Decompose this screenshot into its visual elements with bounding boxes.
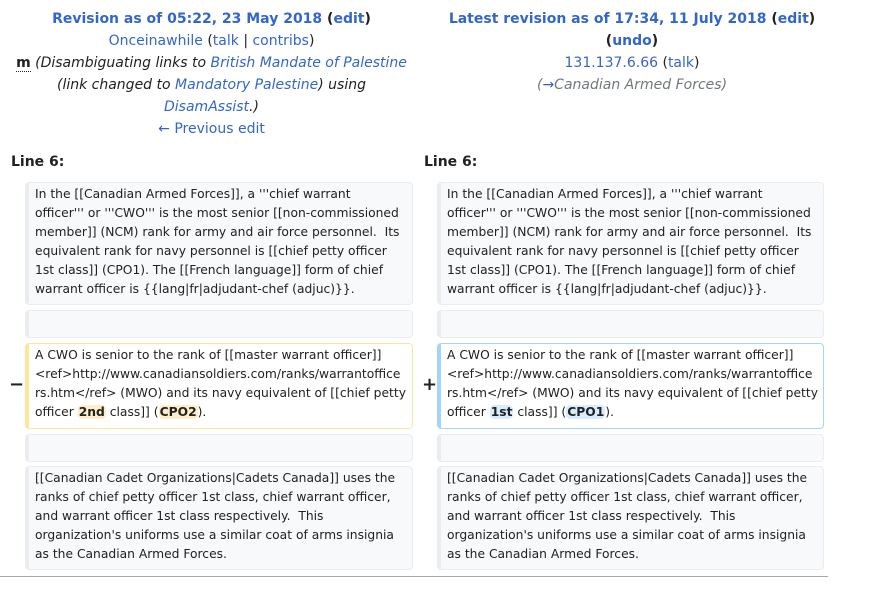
summary-link-mandatory-palestine[interactable]: Mandatory Palestine — [175, 77, 318, 93]
new-edit-link[interactable]: edit — [778, 11, 809, 27]
new-user-link[interactable]: 131.137.6.66 — [565, 55, 659, 71]
deleted-word-2nd: 2nd — [77, 405, 106, 419]
old-talk-link[interactable]: talk — [213, 33, 239, 49]
new-user-line: 131.137.6.66 (talk) — [564, 55, 700, 71]
context-cell-right: In the [[Canadian Armed Forces]], a '''c… — [437, 182, 824, 305]
line-number-left: Line 6: — [11, 154, 65, 170]
undo-line: (undo) — [605, 33, 659, 49]
old-user-line: Onceinawhile (talk | contribs) — [108, 33, 315, 49]
new-edit-summary: (→Canadian Armed Forces) — [536, 77, 728, 93]
deleted-line-marker: − — [9, 374, 25, 395]
old-revision-link[interactable]: Revision as of 05:22, 23 May 2018 — [52, 11, 322, 27]
undo-link[interactable]: undo — [612, 33, 652, 49]
old-revision-title: Revision as of 05:22, 23 May 2018 (edit) — [52, 11, 371, 27]
old-edit-summary: m (Disambiguating links to British Manda… — [16, 55, 407, 72]
context-cell-left-2: [[Canadian Cadet Organizations|Cadets Ca… — [25, 466, 413, 570]
old-contribs-link[interactable]: contribs — [252, 33, 308, 49]
line-number-right: Line 6: — [424, 154, 478, 170]
old-user-link[interactable]: Onceinawhile — [109, 33, 203, 49]
new-revision-link[interactable]: Latest revision as of 17:34, 11 July 201… — [449, 11, 767, 27]
old-revision-header: Revision as of 05:22, 23 May 2018 (edit)… — [10, 8, 413, 140]
new-talk-link[interactable]: talk — [668, 55, 694, 71]
empty-context-right-2 — [437, 434, 824, 462]
old-edit-link[interactable]: edit — [333, 11, 364, 27]
diff-bottom-rule — [0, 576, 828, 577]
minor-edit-flag: m — [16, 55, 31, 72]
section-arrow-link[interactable]: → — [542, 77, 554, 93]
section-name: Canadian Armed Forces — [554, 77, 722, 93]
summary-link-british-mandate[interactable]: British Mandate of Palestine — [210, 55, 406, 71]
summary-link-disamassist[interactable]: DisamAssist — [164, 99, 249, 115]
new-revision-header: Latest revision as of 17:34, 11 July 201… — [435, 8, 829, 96]
deleted-line: A CWO is senior to the rank of [[master … — [25, 343, 413, 429]
empty-context-left-2 — [25, 434, 413, 462]
added-word-cpo1: CPO1 — [566, 405, 606, 419]
added-line-marker: + — [422, 374, 438, 395]
previous-edit-link[interactable]: ← Previous edit — [158, 121, 265, 137]
deleted-word-cpo2: CPO2 — [158, 405, 198, 419]
context-cell-right-2: [[Canadian Cadet Organizations|Cadets Ca… — [437, 466, 824, 570]
added-line: A CWO is senior to the rank of [[master … — [437, 343, 824, 429]
empty-context-right — [437, 310, 824, 338]
added-word-1st: 1st — [489, 405, 514, 419]
context-cell-left: In the [[Canadian Armed Forces]], a '''c… — [25, 182, 413, 305]
new-revision-title: Latest revision as of 17:34, 11 July 201… — [448, 11, 816, 27]
empty-context-left — [25, 310, 413, 338]
